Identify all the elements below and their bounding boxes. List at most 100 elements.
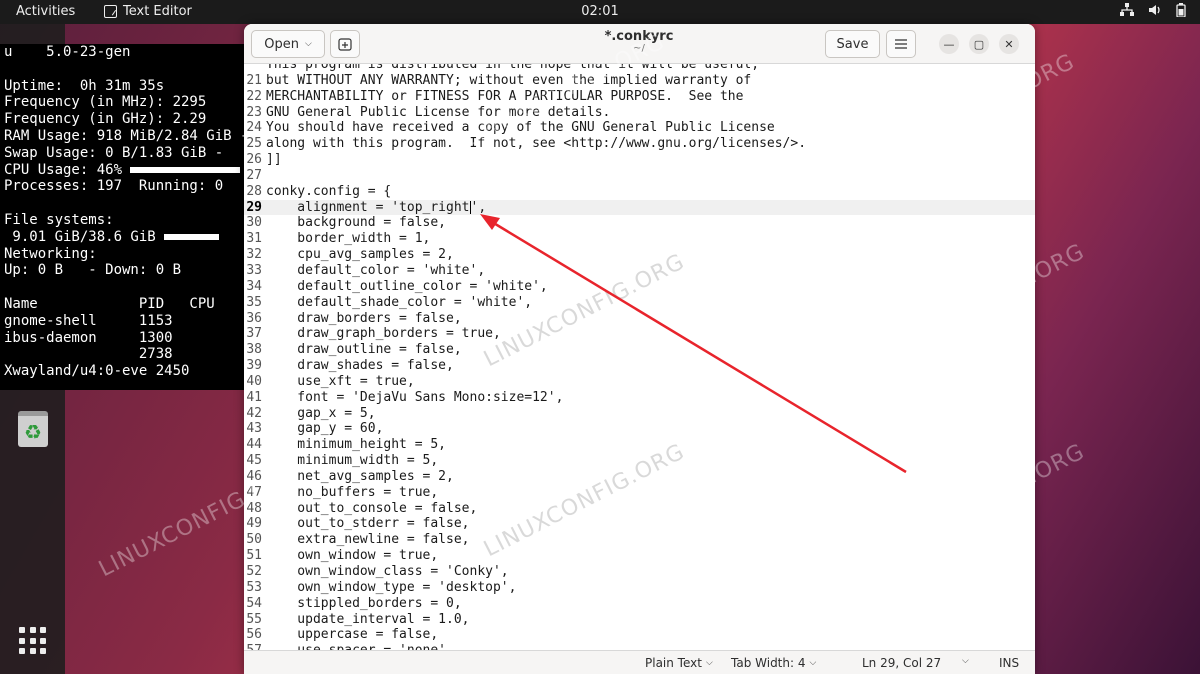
line-number: 29 [246, 199, 262, 215]
code-line[interactable]: 53 own_window_type = 'desktop', [244, 580, 1035, 596]
code-line[interactable]: 33 default_color = 'white', [244, 263, 1035, 279]
code-text: extra_newline = false, [266, 532, 470, 548]
code-line[interactable]: 47 no_buffers = true, [244, 485, 1035, 501]
code-line[interactable]: 24 You should have received a copy of the… [244, 120, 1035, 136]
code-line[interactable]: 44 minimum_height = 5, [244, 437, 1035, 453]
code-line[interactable]: 26]] [244, 152, 1035, 168]
insert-mode[interactable]: INS [999, 656, 1019, 670]
conky-line: CPU Usage: 46% [4, 162, 248, 179]
code-line[interactable]: 23 GNU General Public License for more de… [244, 105, 1035, 121]
chevron-down-icon: ⌵ [705, 658, 713, 668]
maximize-button[interactable]: ▢ [969, 34, 989, 54]
code-line[interactable]: 39 draw_shades = false, [244, 358, 1035, 374]
code-line[interactable]: 49 out_to_stderr = false, [244, 516, 1035, 532]
line-number: 45 [246, 453, 262, 469]
code-line[interactable]: 28 conky.config = { [244, 184, 1035, 200]
open-button[interactable]: Open ⌵ [251, 30, 325, 58]
code-text: along with this program. If not, see <ht… [266, 136, 807, 152]
code-text: own_window_type = 'desktop', [266, 579, 517, 595]
code-line[interactable]: 38 draw_outline = false, [244, 342, 1035, 358]
code-line[interactable]: 41 font = 'DejaVu Sans Mono:size=12', [244, 390, 1035, 406]
code-line[interactable]: 51 own_window = true, [244, 548, 1035, 564]
network-icon [1120, 3, 1134, 16]
line-number: 41 [246, 389, 262, 405]
dock-trash[interactable]: ♻ [8, 404, 58, 454]
code-view[interactable]: This program is distributed in the hope … [244, 64, 1035, 650]
open-label: Open [264, 36, 299, 52]
save-button[interactable]: Save [825, 30, 880, 58]
code-line[interactable]: 52 own_window_class = 'Conky', [244, 564, 1035, 580]
document-title: *.conkyrc [604, 29, 674, 44]
code-text: out_to_stderr = false, [266, 516, 470, 532]
hamburger-menu-icon [895, 39, 907, 49]
code-line[interactable]: This program is distributed in the hope … [244, 64, 1035, 73]
tab-width-selector[interactable]: Tab Width: 4 ⌵ [731, 656, 816, 670]
conky-text: Networking: [4, 245, 97, 262]
code-text: ]] [266, 152, 282, 168]
show-apps-button[interactable] [8, 616, 58, 666]
code-line[interactable]: 43 gap_y = 60, [244, 421, 1035, 437]
conky-text: Frequency (in MHz): 2295 [4, 94, 207, 111]
code-line[interactable]: 40 use_xft = true, [244, 374, 1035, 390]
code-line[interactable]: 48 out_to_console = false, [244, 501, 1035, 517]
conky-line: Processes: 197 Running: 0 [4, 178, 248, 195]
code-line[interactable]: 30 background = false, [244, 215, 1035, 231]
code-text: uppercase = false, [266, 627, 439, 643]
code-text: border_width = 1, [266, 231, 431, 247]
conky-text: RAM Usage: 918 MiB/2.84 GiB - [4, 127, 248, 144]
cursor-position: Ln 29, Col 27 [862, 656, 942, 670]
code-line[interactable]: 57 use_spacer = 'none', [244, 643, 1035, 650]
code-line[interactable]: 21 but WITHOUT ANY WARRANTY; without even… [244, 73, 1035, 89]
conky-panel: u 5.0-23-gen Uptime: 0h 31m 35s Frequency … [0, 44, 248, 390]
language-selector[interactable]: Plain Text ⌵ [645, 656, 713, 670]
code-line[interactable]: 37 draw_graph_borders = true, [244, 326, 1035, 342]
code-line[interactable]: 35 default_shade_color = 'white', [244, 295, 1035, 311]
system-tray[interactable] [1120, 3, 1186, 17]
code-line[interactable]: 36 draw_borders = false, [244, 311, 1035, 327]
line-number: 34 [246, 278, 262, 294]
code-line[interactable]: 42 gap_x = 5, [244, 406, 1035, 422]
text-editor-icon [104, 5, 117, 18]
filesystem-usage-bar [164, 233, 220, 240]
app-menu[interactable]: Text Editor [104, 4, 192, 19]
line-number: 42 [246, 405, 262, 421]
main-menu-button[interactable] [886, 30, 916, 58]
code-text: default_outline_color = 'white', [266, 278, 548, 294]
minimize-icon: — [943, 37, 955, 51]
cursor-position-button[interactable]: Ln 29, Col 27 [862, 656, 941, 670]
status-bar: Plain Text ⌵ Tab Width: 4 ⌵ Ln 29, Col 2… [244, 650, 1035, 674]
code-text: draw_borders = false, [266, 310, 462, 326]
insert-mode-label: INS [999, 656, 1020, 670]
new-tab-button[interactable] [330, 30, 360, 58]
conky-line: Swap Usage: 0 B/1.83 GiB - [4, 145, 248, 162]
code-line[interactable]: 27 [244, 168, 1035, 184]
code-line[interactable]: 22 MERCHANTABILITY or FITNESS FOR A PARTI… [244, 89, 1035, 105]
conky-line: Xwayland/u4:0-eve 2450 [4, 363, 248, 380]
code-text: This program is distributed in the hope … [266, 64, 760, 72]
code-line[interactable]: 45 minimum_width = 5, [244, 453, 1035, 469]
code-text: ', [470, 199, 487, 215]
code-line[interactable]: 54 stippled_borders = 0, [244, 596, 1035, 612]
volume-icon [1149, 5, 1160, 15]
code-line[interactable]: 46 net_avg_samples = 2, [244, 469, 1035, 485]
code-line[interactable]: 32 cpu_avg_samples = 2, [244, 247, 1035, 263]
conky-text: Processes: 197 Running: 0 [4, 178, 224, 195]
code-line[interactable]: 31 border_width = 1, [244, 231, 1035, 247]
code-text: out_to_console = false, [266, 500, 478, 516]
code-line[interactable]: 50 extra_newline = false, [244, 532, 1035, 548]
conky-line: Networking: [4, 246, 248, 263]
conky-line: File systems: [4, 212, 248, 229]
close-icon: ✕ [1004, 37, 1014, 51]
code-text: no_buffers = true, [266, 484, 439, 500]
close-button[interactable]: ✕ [999, 34, 1019, 54]
code-line[interactable]: 29 alignment = 'top_right', [244, 199, 1035, 216]
minimize-button[interactable]: — [939, 34, 959, 54]
overflow-button[interactable]: ⌵ [962, 656, 969, 666]
code-line[interactable]: 34 default_outline_color = 'white', [244, 279, 1035, 295]
activities-button[interactable]: Activities [16, 4, 75, 19]
code-line[interactable]: 25 along with this program. If not, see <… [244, 136, 1035, 152]
code-line[interactable]: 56 uppercase = false, [244, 627, 1035, 643]
code-line[interactable]: 55 update_interval = 1.0, [244, 612, 1035, 628]
line-number: 27 [246, 167, 262, 183]
conky-text: Xwayland/u4:0-eve 2450 [4, 363, 190, 380]
